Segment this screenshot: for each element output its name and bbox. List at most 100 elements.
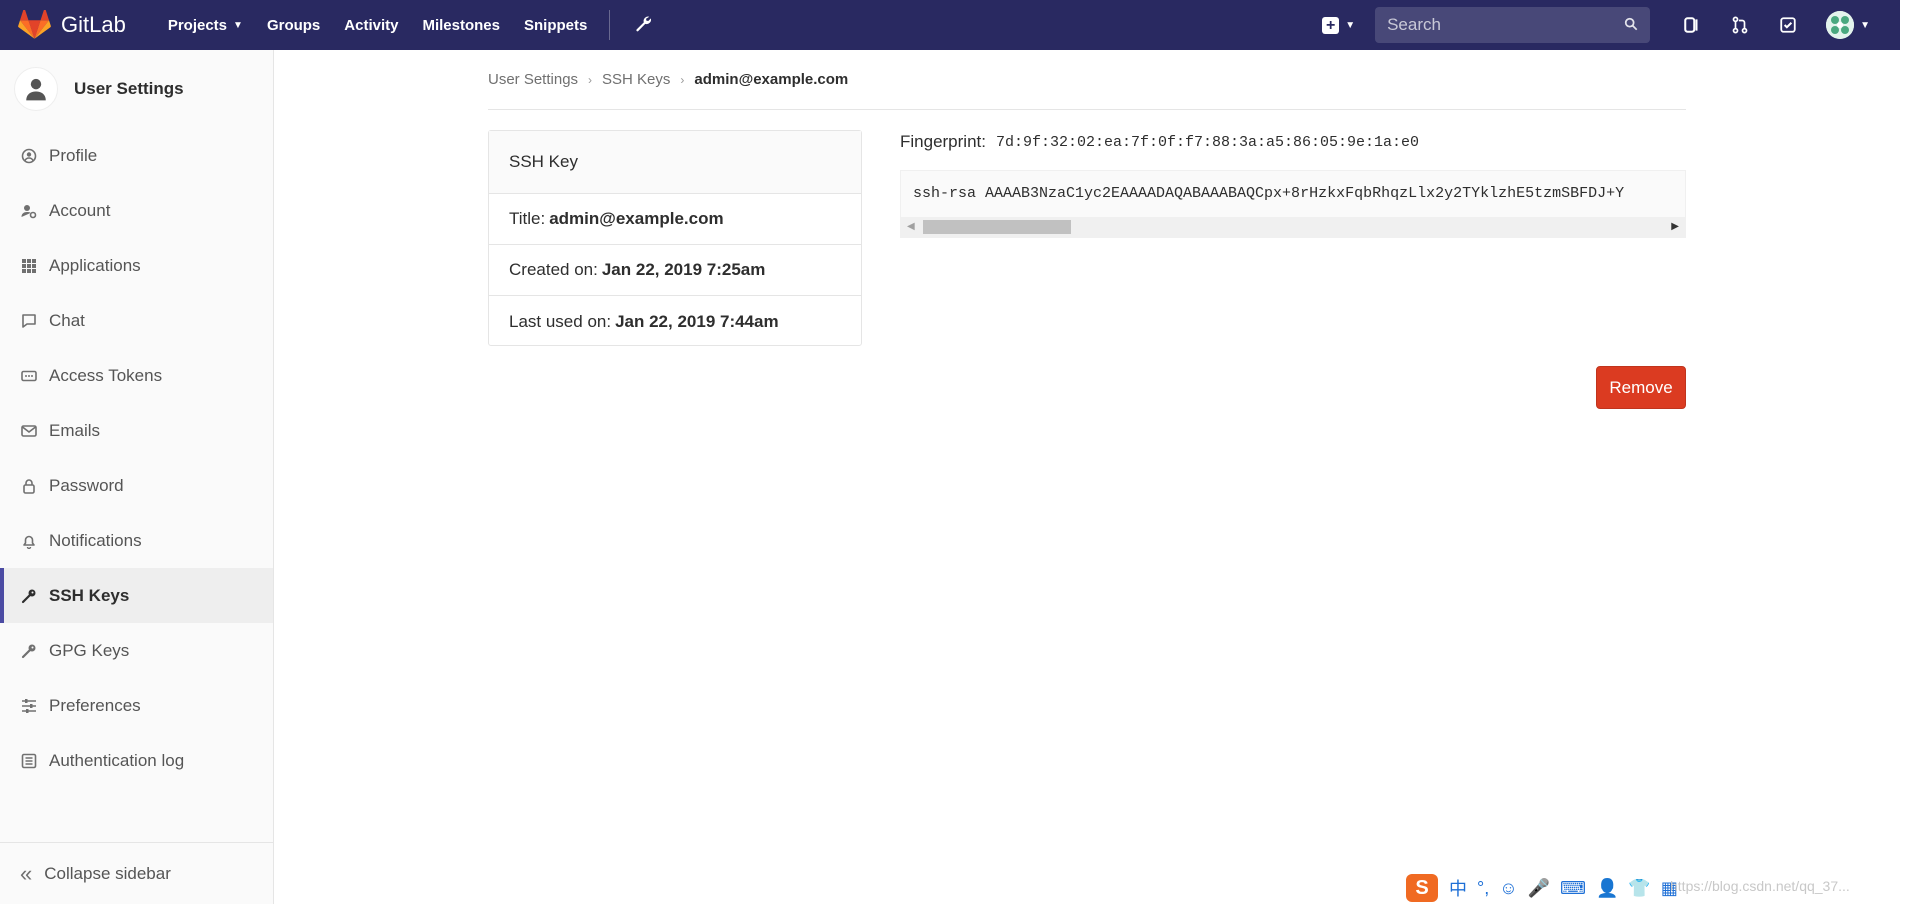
created-label: Created on: bbox=[509, 260, 598, 279]
panel-heading: SSH Key bbox=[489, 131, 861, 194]
ime-chinese-mode[interactable]: 中 bbox=[1449, 875, 1467, 901]
page-vertical-scrollbar[interactable] bbox=[1900, 0, 1920, 904]
sidebar-item-label: Account bbox=[49, 200, 111, 220]
issues-icon[interactable] bbox=[1681, 14, 1703, 36]
nav-projects-label: Projects bbox=[167, 16, 228, 34]
sidebar-item-applications[interactable]: Applications bbox=[0, 238, 273, 293]
watermark-text: https://blog.csdn.net/qq_37... bbox=[1670, 878, 1850, 894]
last-used-value: Jan 22, 2019 7:44am bbox=[615, 311, 779, 331]
sidebar-item-label: Authentication log bbox=[49, 750, 185, 770]
user-avatar-dropdown[interactable] bbox=[1826, 11, 1855, 39]
collapse-sidebar-button[interactable]: « Collapse sidebar bbox=[0, 842, 273, 904]
admin-area-wrench-icon[interactable] bbox=[634, 14, 652, 37]
nav-activity-link[interactable]: Activity bbox=[344, 17, 398, 34]
horizontal-scrollbar[interactable]: ◀ ▶ bbox=[901, 217, 1685, 237]
sidebar-item-label: Preferences bbox=[49, 695, 141, 715]
email-icon bbox=[20, 422, 38, 440]
sogou-logo-icon[interactable]: S bbox=[1406, 874, 1438, 902]
sidebar-item-label: Profile bbox=[49, 145, 98, 165]
settings-sidebar: User Settings Profile Account Applicatio… bbox=[0, 50, 274, 904]
nav-divider bbox=[609, 10, 611, 40]
fingerprint-label: Fingerprint: bbox=[900, 132, 986, 151]
ssh-key-panel: SSH Key Title: admin@example.com Created… bbox=[488, 130, 862, 346]
chevron-right-icon: › bbox=[680, 72, 685, 87]
fingerprint: Fingerprint: 7d:9f:32:02:ea:7f:0f:f7:88:… bbox=[900, 132, 1419, 152]
sidebar-item-label: SSH Keys bbox=[49, 585, 130, 605]
new-item-dropdown[interactable]: + ▼ bbox=[1322, 16, 1356, 34]
sidebar-item-profile[interactable]: Profile bbox=[0, 128, 273, 183]
sidebar-item-notifications[interactable]: Notifications bbox=[0, 513, 273, 568]
sidebar-item-gpg-keys[interactable]: GPG Keys bbox=[0, 623, 273, 678]
ssh-key-last-used-row: Last used on: Jan 22, 2019 7:44am bbox=[489, 296, 861, 347]
plus-square-icon: + bbox=[1322, 16, 1340, 34]
scroll-right-arrow-icon[interactable]: ▶ bbox=[1671, 221, 1679, 232]
sidebar-item-ssh-keys[interactable]: SSH Keys bbox=[0, 568, 273, 623]
ime-punctuation-icon[interactable]: °, bbox=[1477, 878, 1489, 899]
created-value: Jan 22, 2019 7:25am bbox=[601, 260, 766, 279]
merge-requests-icon[interactable] bbox=[1729, 14, 1751, 36]
chevron-right-icon: › bbox=[588, 72, 593, 87]
sidebar-item-emails[interactable]: Emails bbox=[0, 403, 273, 458]
top-navbar: GitLab Projects ▼ Groups Activity Milest… bbox=[0, 0, 1900, 50]
sidebar-item-authentication-log[interactable]: Authentication log bbox=[0, 733, 273, 788]
ime-keyboard-icon[interactable]: ⌨ bbox=[1560, 878, 1586, 899]
search-input[interactable] bbox=[1387, 15, 1625, 35]
account-icon bbox=[20, 202, 38, 220]
sidebar-item-label: Access Tokens bbox=[49, 365, 163, 385]
sidebar-item-label: Chat bbox=[49, 310, 85, 330]
sidebar-item-preferences[interactable]: Preferences bbox=[0, 678, 273, 733]
remove-button[interactable]: Remove bbox=[1596, 366, 1686, 409]
log-icon bbox=[20, 752, 38, 770]
ime-user-icon[interactable]: 👤 bbox=[1596, 878, 1618, 899]
ssh-key-code-block[interactable]: ssh-rsa AAAAB3NzaC1yc2EAAAADAQABAAABAQCp… bbox=[900, 170, 1686, 238]
avatar-identicon-icon bbox=[1826, 11, 1855, 39]
nav-milestones-link[interactable]: Milestones bbox=[422, 17, 500, 34]
sidebar-item-label: Emails bbox=[49, 420, 101, 440]
applications-icon bbox=[20, 257, 38, 275]
ime-skin-icon[interactable]: 👕 bbox=[1628, 878, 1650, 899]
title-label: Title: bbox=[509, 209, 546, 228]
ssh-key-text: ssh-rsa AAAAB3NzaC1yc2EAAAADAQABAAABAQCp… bbox=[913, 185, 1625, 202]
fingerprint-value: 7d:9f:32:02:ea:7f:0f:f7:88:3a:a5:86:05:9… bbox=[995, 133, 1420, 151]
double-chevron-left-icon: « bbox=[20, 860, 33, 886]
bell-icon bbox=[20, 532, 38, 550]
chevron-down-icon: ▼ bbox=[1860, 19, 1870, 31]
todos-icon[interactable] bbox=[1777, 14, 1799, 36]
brand-logo-link[interactable]: GitLab bbox=[18, 10, 126, 40]
breadcrumb-current[interactable]: admin@example.com bbox=[694, 71, 848, 88]
sidebar-item-account[interactable]: Account bbox=[0, 183, 273, 238]
chat-icon bbox=[20, 312, 38, 330]
nav-projects-dropdown[interactable]: Projects ▼ bbox=[168, 17, 243, 34]
sidebar-item-password[interactable]: Password bbox=[0, 458, 273, 513]
sidebar-context-header[interactable]: User Settings bbox=[0, 50, 273, 128]
sidebar-item-label: GPG Keys bbox=[49, 640, 130, 660]
sidebar-item-access-tokens[interactable]: Access Tokens bbox=[0, 348, 273, 403]
title-value: admin@example.com bbox=[549, 209, 724, 228]
sidebar-item-label: Applications bbox=[49, 255, 141, 275]
chevron-down-icon: ▼ bbox=[1345, 19, 1356, 31]
chevron-down-icon: ▼ bbox=[233, 19, 243, 31]
access-tokens-icon bbox=[20, 367, 38, 385]
breadcrumb: User Settings › SSH Keys › admin@example… bbox=[488, 50, 1686, 110]
key-icon bbox=[20, 587, 38, 605]
nav-links: Projects ▼ Groups Activity Milestones Sn… bbox=[156, 10, 653, 40]
scrollbar-thumb[interactable] bbox=[923, 220, 1071, 234]
ime-emoji-icon[interactable]: ☺ bbox=[1499, 878, 1517, 899]
last-used-label: Last used on: bbox=[509, 311, 612, 331]
search-box[interactable] bbox=[1375, 7, 1651, 43]
key-icon bbox=[20, 642, 38, 660]
sidebar-context-title: User Settings bbox=[74, 79, 184, 98]
ssh-key-title-row: Title: admin@example.com bbox=[489, 194, 861, 245]
sidebar-item-label: Password bbox=[49, 475, 124, 495]
sidebar-item-chat[interactable]: Chat bbox=[0, 293, 273, 348]
scroll-left-arrow-icon[interactable]: ◀ bbox=[907, 221, 915, 232]
breadcrumb-ssh-keys[interactable]: SSH Keys bbox=[602, 71, 670, 88]
ime-microphone-icon[interactable]: 🎤 bbox=[1528, 878, 1550, 899]
breadcrumb-user-settings[interactable]: User Settings bbox=[488, 71, 578, 88]
nav-snippets-link[interactable]: Snippets bbox=[524, 17, 587, 34]
nav-right-group: + ▼ ▼ bbox=[1322, 0, 1870, 50]
sliders-icon bbox=[20, 697, 38, 715]
nav-groups-link[interactable]: Groups bbox=[267, 17, 320, 34]
user-icon bbox=[14, 67, 58, 111]
ime-toolbar: S 中 °, ☺ 🎤 ⌨ 👤 👕 ▦ bbox=[1400, 872, 1689, 904]
